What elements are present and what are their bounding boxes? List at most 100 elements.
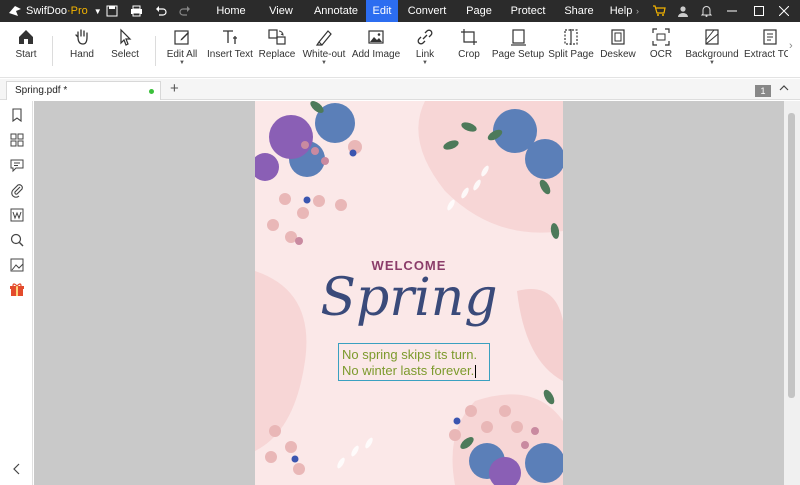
- main-menu: Home View Annotate Edit Convert Page Pro…: [206, 0, 638, 22]
- title-bar: SwifDoo·Pro ▼ Home View Annotate Edit Co…: [0, 0, 800, 22]
- white-out-label: White-out: [302, 49, 346, 60]
- replace-button[interactable]: Replace: [257, 22, 297, 78]
- menu-home[interactable]: Home: [206, 0, 256, 22]
- start-button[interactable]: Start: [6, 22, 46, 78]
- replace-label: Replace: [258, 49, 296, 60]
- insert-text-icon: [223, 30, 237, 44]
- add-tab-icon[interactable]: +: [170, 80, 179, 97]
- insert-text-button[interactable]: Insert Text: [206, 22, 254, 78]
- menu-convert[interactable]: Convert: [398, 0, 456, 22]
- white-out-icon: [315, 30, 332, 46]
- menu-view[interactable]: View: [256, 0, 306, 22]
- collapse-up-icon[interactable]: [779, 83, 789, 93]
- page-setup-icon: [511, 29, 526, 46]
- document-tab-label: Spring.pdf *: [15, 85, 68, 96]
- add-image-label: Add Image: [351, 49, 401, 60]
- search-icon[interactable]: [9, 232, 25, 248]
- split-page-icon: [564, 29, 578, 45]
- crop-icon: [461, 29, 477, 45]
- background-label: Background: [685, 49, 739, 60]
- undo-icon[interactable]: [153, 3, 169, 19]
- ocr-label: OCR: [649, 49, 673, 60]
- split-page-label: Split Page: [548, 49, 594, 60]
- extract-text-icon: [763, 29, 777, 45]
- background-dropdown-icon[interactable]: ▼: [709, 60, 715, 66]
- select-button[interactable]: Select: [105, 22, 145, 78]
- print-icon[interactable]: [128, 3, 144, 19]
- home-icon: [19, 30, 33, 44]
- cursor-icon: [120, 28, 132, 46]
- background-button[interactable]: Background ▼: [685, 22, 739, 78]
- cart-icon[interactable]: [646, 5, 672, 17]
- document-tab[interactable]: Spring.pdf *: [6, 81, 161, 100]
- image-icon: [368, 30, 384, 44]
- sidebar-collapse-icon[interactable]: [9, 461, 25, 477]
- unsaved-indicator-icon: [149, 89, 154, 94]
- link-label: Link: [415, 49, 435, 60]
- app-name: SwifDoo: [26, 5, 67, 17]
- left-sidebar: [0, 101, 33, 485]
- text-line-2: No winter lasts forever.: [342, 363, 475, 378]
- ocr-button[interactable]: OCR: [644, 22, 678, 78]
- deskew-label: Deskew: [600, 49, 636, 60]
- menu-share[interactable]: Share: [554, 0, 604, 22]
- deskew-icon: [611, 29, 625, 45]
- menu-protect[interactable]: Protect: [502, 0, 554, 22]
- crop-label: Crop: [458, 49, 480, 60]
- redo-icon[interactable]: [177, 3, 193, 19]
- menu-edit[interactable]: Edit: [366, 0, 398, 22]
- user-icon[interactable]: [672, 5, 694, 17]
- vertical-scrollbar[interactable]: [784, 101, 800, 485]
- insert-text-label: Insert Text: [207, 49, 253, 60]
- image-search-icon[interactable]: [9, 257, 25, 273]
- edit-all-label: Edit All: [166, 49, 198, 60]
- white-out-button[interactable]: White-out ▼: [301, 22, 347, 78]
- edit-all-button[interactable]: Edit All ▼: [162, 22, 202, 78]
- link-icon: [417, 29, 433, 45]
- page-number-badge: 1: [755, 85, 771, 97]
- edit-all-dropdown-icon[interactable]: ▼: [179, 60, 185, 66]
- white-out-dropdown-icon[interactable]: ▼: [321, 60, 327, 66]
- minimize-icon[interactable]: [718, 6, 746, 16]
- page-setup-button[interactable]: Page Setup: [491, 22, 545, 78]
- extract-text-label: Extract TO: [744, 49, 788, 60]
- maximize-icon[interactable]: [746, 6, 772, 16]
- scrollbar-thumb[interactable]: [788, 113, 795, 398]
- app-menu-caret-icon[interactable]: ▼: [94, 7, 102, 16]
- extract-text-button[interactable]: Extract TO: [744, 22, 788, 78]
- menu-page[interactable]: Page: [456, 0, 502, 22]
- gift-icon[interactable]: [9, 282, 25, 298]
- edit-all-icon: [174, 30, 189, 45]
- menu-more-icon[interactable]: ›: [636, 6, 646, 16]
- hand-button[interactable]: Hand: [62, 22, 102, 78]
- crop-button[interactable]: Crop: [451, 22, 487, 78]
- bell-icon[interactable]: [694, 5, 718, 17]
- editable-text-box[interactable]: No spring skips its turn. No winter last…: [338, 343, 490, 381]
- thumbnails-icon[interactable]: [9, 132, 25, 148]
- hand-icon: [75, 29, 88, 45]
- split-page-button[interactable]: Split Page: [548, 22, 594, 78]
- menu-annotate[interactable]: Annotate: [306, 0, 366, 22]
- document-tab-bar: Spring.pdf * + 1: [0, 79, 800, 100]
- close-icon[interactable]: [772, 6, 796, 16]
- ocr-icon: [652, 28, 670, 46]
- swifdoo-logo-icon: [9, 6, 21, 16]
- comment-icon[interactable]: [9, 157, 25, 173]
- link-dropdown-icon[interactable]: ▼: [422, 60, 428, 66]
- add-image-button[interactable]: Add Image: [352, 22, 400, 78]
- app-logo[interactable]: SwifDoo·Pro ▼: [8, 4, 102, 18]
- app-edition: ·Pro: [66, 5, 88, 17]
- link-button[interactable]: Link ▼: [407, 22, 443, 78]
- bookmark-icon[interactable]: [9, 107, 25, 123]
- attachment-icon[interactable]: [9, 182, 25, 198]
- deskew-button[interactable]: Deskew: [599, 22, 637, 78]
- word-count-icon[interactable]: [9, 207, 25, 223]
- toolbar-divider: [155, 36, 156, 66]
- spring-title: Spring: [320, 268, 498, 328]
- save-icon[interactable]: [104, 3, 120, 19]
- toolbar-divider: [52, 36, 53, 66]
- toolbar-scroll-right-icon[interactable]: ›: [789, 40, 793, 52]
- page-setup-label: Page Setup: [491, 49, 545, 60]
- hand-label: Hand: [70, 49, 94, 60]
- menu-help[interactable]: Help: [604, 0, 638, 22]
